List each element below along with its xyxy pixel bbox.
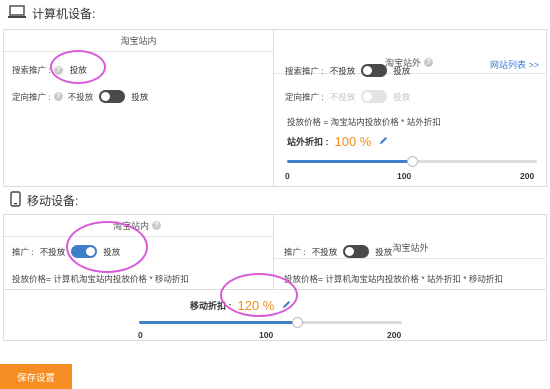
mobile-slider-mid: 100 xyxy=(259,330,274,340)
pc-discount-label: 站外折扣 : xyxy=(287,137,329,147)
mobile-outer-header-label: 淘宝站外 xyxy=(392,243,429,253)
mobile-outer-promo-on-label: 投放 xyxy=(375,246,393,257)
pc-discount-slider[interactable] xyxy=(287,156,537,167)
highlight-circle xyxy=(220,273,298,317)
pc-outer-search-toggle[interactable] xyxy=(361,64,388,77)
pc-inner-header-label: 淘宝站内 xyxy=(120,36,157,46)
help-icon[interactable]: ? xyxy=(53,92,63,101)
pc-slider-fill xyxy=(287,160,412,163)
pc-slider-thumb[interactable] xyxy=(407,156,418,167)
mobile-outer-promo-toggle[interactable] xyxy=(343,245,370,258)
mobile-slider-thumb[interactable] xyxy=(292,317,303,328)
pc-slider-max: 200 xyxy=(520,171,535,181)
pc-outer-search-off-label: 不投放 xyxy=(329,65,356,76)
pc-target-promo-toggle[interactable] xyxy=(99,90,126,103)
computer-icon xyxy=(8,5,26,22)
pc-slider-mid: 100 xyxy=(397,171,412,181)
pc-search-promo-label: 搜索推广 : xyxy=(12,65,51,75)
highlight-circle xyxy=(50,50,106,84)
pc-discount-value: 100 % xyxy=(334,134,372,149)
pc-outer-target-toggle xyxy=(361,90,388,103)
pc-section-title: 计算机设备: xyxy=(32,7,96,21)
pc-outer-search-row: 搜索推广 : 不投放 投放 xyxy=(285,64,410,77)
highlight-circle xyxy=(66,221,148,273)
mobile-section-title: 移动设备: xyxy=(27,194,79,208)
mobile-inner-formula: 投放价格= 计算机淘宝站内投放价格 * 移动折扣 xyxy=(12,273,189,285)
mobile-inner-promo-off-label: 不投放 xyxy=(39,246,66,257)
mobile-discount-panel: 移动折扣 : 120 % 0 100 200 xyxy=(3,273,547,341)
pc-outer-search-label: 搜索推广 : xyxy=(285,65,324,76)
mobile-outer-promo-row: 推广 : 不投放 投放 xyxy=(284,245,392,258)
pc-price-formula: 投放价格 = 淘宝站内投放价格 * 站外折扣 xyxy=(287,116,441,128)
mobile-slider-fill xyxy=(139,321,297,324)
mobile-inner-promo-label: 推广 : xyxy=(12,246,34,257)
mobile-discount-slider[interactable] xyxy=(139,317,402,328)
pc-target-promo-label: 定向推广 : xyxy=(12,91,51,102)
mobile-inner-formula-text: 投放价格= 计算机淘宝站内投放价格 * 移动折扣 xyxy=(12,274,189,284)
pc-section-header: 计算机设备: xyxy=(8,5,95,22)
mobile-section-header: 移动设备: xyxy=(10,191,78,210)
pc-outer-target-on-label: 投放 xyxy=(393,91,411,102)
pc-price-formula-text: 投放价格 = 淘宝站内投放价格 * 站外折扣 xyxy=(287,117,441,127)
mobile-outer-promo-label: 推广 : xyxy=(284,246,306,257)
save-settings-button[interactable]: 保存设置 xyxy=(0,364,72,389)
pc-target-promo-row: 定向推广 : ? 不投放 投放 xyxy=(12,90,148,103)
mobile-slider-min: 0 xyxy=(138,330,143,340)
pc-outer-search-on-label: 投放 xyxy=(393,65,411,76)
pc-slider-min: 0 xyxy=(285,171,290,181)
mobile-slider-max: 200 xyxy=(387,330,402,340)
help-icon[interactable]: ? xyxy=(152,221,161,230)
pc-panel: 淘宝站内 淘宝站外 ? 网站列表 >> 搜索推广 : ? 投放 定向推广 : ?… xyxy=(3,29,547,187)
pc-inner-header: 淘宝站内 xyxy=(4,30,273,52)
pc-outer-target-row: 定向推广 : 不投放 投放 xyxy=(285,90,410,103)
pc-target-promo-off-label: 不投放 xyxy=(67,91,94,102)
pencil-icon[interactable] xyxy=(379,136,388,147)
mobile-outer-formula-text: 投放价格= 计算机淘宝站内投放价格 * 站外折扣 * 移动折扣 xyxy=(284,274,503,284)
pc-target-promo-on-label: 投放 xyxy=(131,91,149,102)
pc-outer-target-label: 定向推广 : xyxy=(285,91,324,102)
pc-discount-row: 站外折扣 : 100 % xyxy=(287,134,388,149)
site-list-link[interactable]: 网站列表 >> xyxy=(490,58,539,71)
phone-icon xyxy=(10,191,21,210)
help-icon[interactable]: ? xyxy=(424,58,433,67)
mobile-outer-formula: 投放价格= 计算机淘宝站内投放价格 * 站外折扣 * 移动折扣 xyxy=(284,273,503,285)
mobile-outer-promo-off-label: 不投放 xyxy=(311,246,338,257)
pc-outer-target-off-label: 不投放 xyxy=(329,91,356,102)
